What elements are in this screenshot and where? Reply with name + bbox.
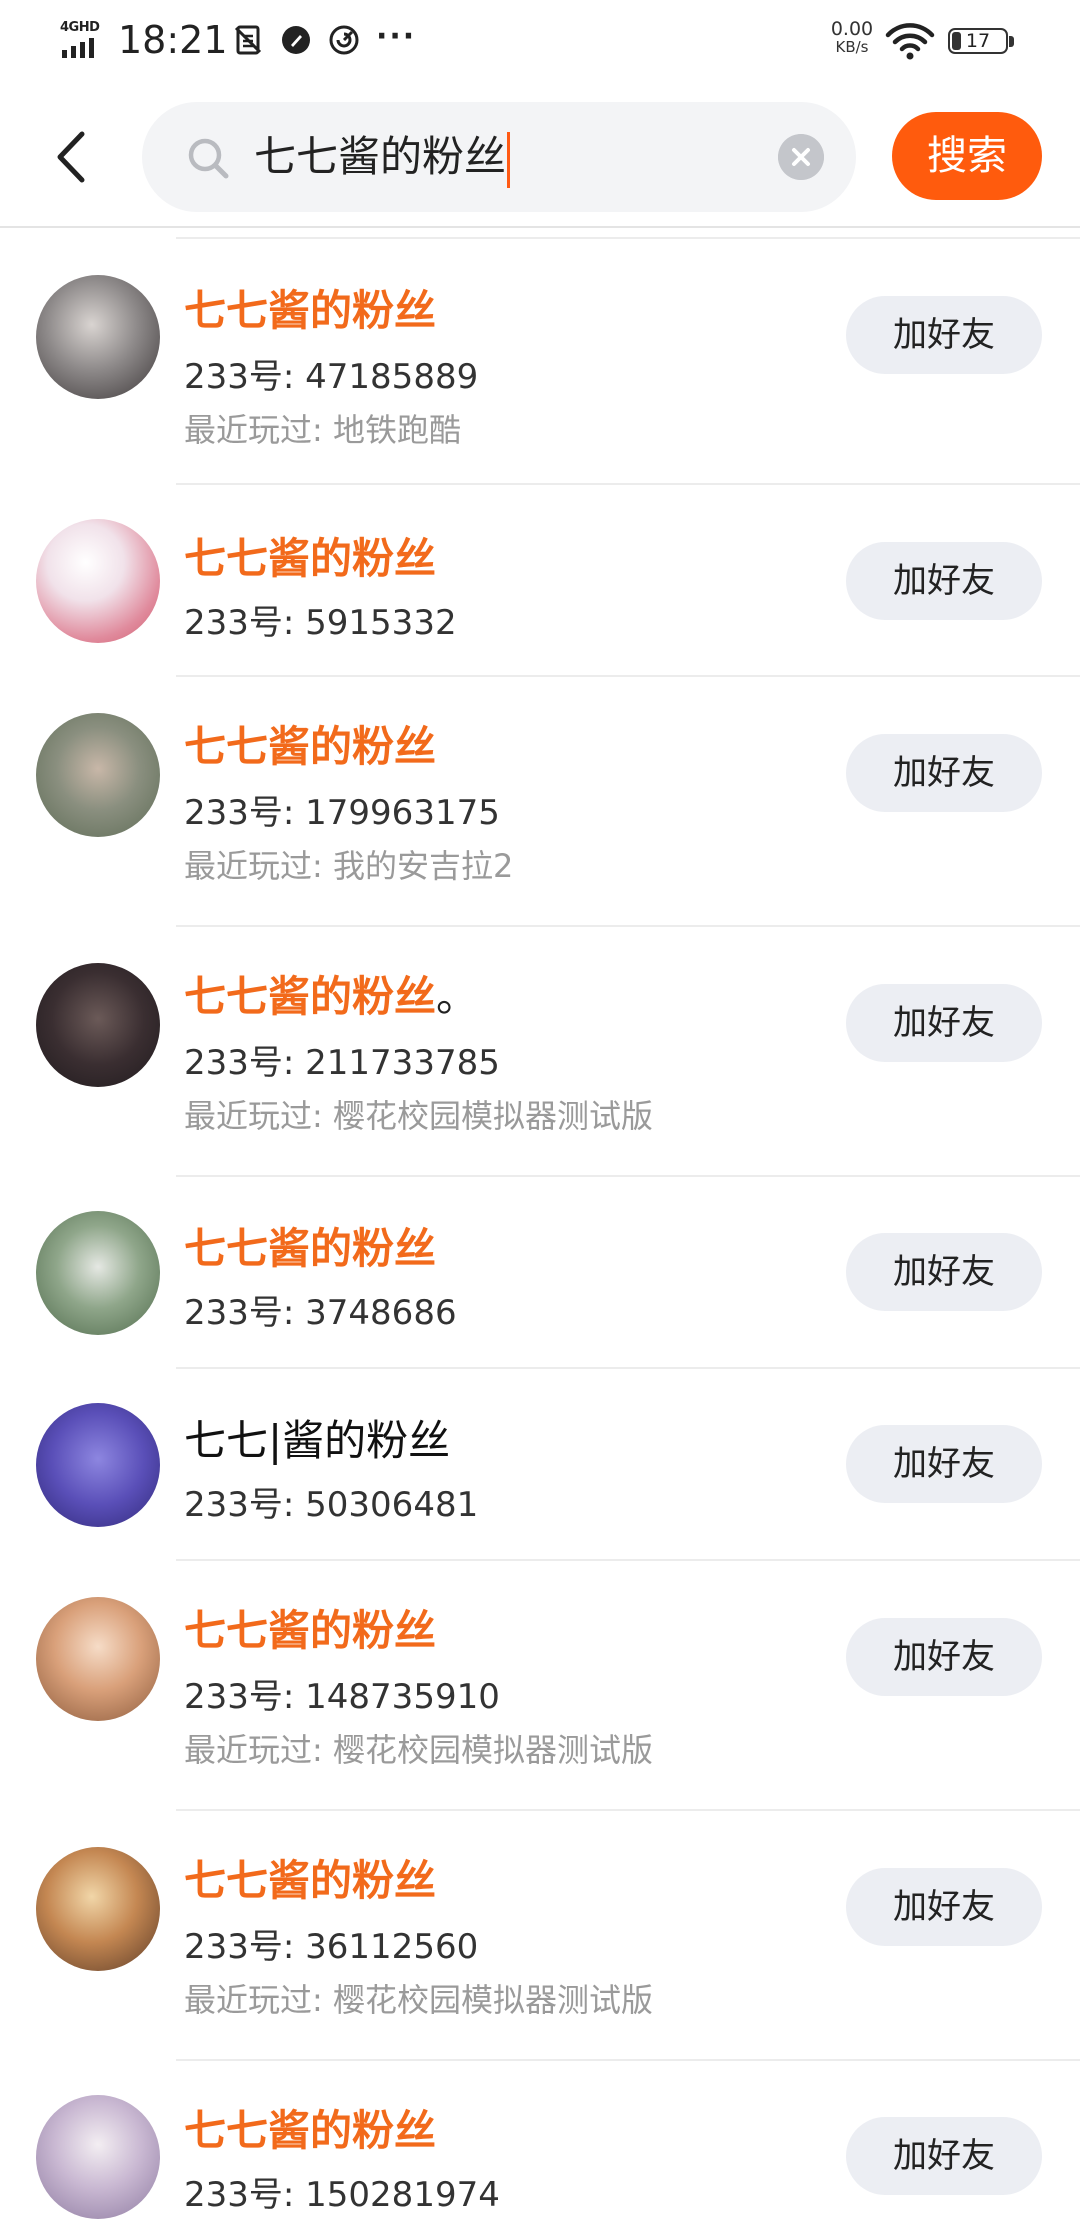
network-speed: 0.00 KB/s bbox=[830, 18, 874, 57]
user-id: 233号: 148735910 bbox=[184, 1677, 500, 1717]
recently-played: 最近玩过: 樱花校园模拟器测试版 bbox=[184, 1097, 653, 1135]
user-id: 233号: 50306481 bbox=[184, 1485, 479, 1525]
status-bar: 4GHD 18:21 ··· 0.00 KB/s 17 bbox=[0, 0, 1080, 86]
app-icon bbox=[282, 26, 310, 54]
user-id: 233号: 179963175 bbox=[184, 793, 500, 833]
recently-played: 最近玩过: 樱花校园模拟器测试版 bbox=[184, 1731, 653, 1769]
text-caret bbox=[507, 131, 511, 188]
user-nickname: 七七酱的粉丝。 bbox=[184, 972, 479, 1021]
user-nickname: 七七酱的粉丝 bbox=[184, 1606, 437, 1655]
user-result-row[interactable]: 七七酱的粉丝 233号: 47185889 最近玩过: 地铁跑酷 加好友 bbox=[0, 239, 1080, 487]
recently-played: 最近玩过: 地铁跑酷 bbox=[184, 411, 461, 449]
user-nickname: 七七酱的粉丝 bbox=[184, 1856, 437, 1905]
add-friend-button[interactable]: 加好友 bbox=[846, 2117, 1042, 2195]
sim-icon bbox=[234, 25, 262, 55]
header-divider bbox=[0, 226, 1080, 228]
user-nickname: 七七酱的粉丝 bbox=[184, 1224, 437, 1273]
add-friend-button[interactable]: 加好友 bbox=[846, 1425, 1042, 1503]
avatar[interactable] bbox=[36, 275, 160, 399]
battery-icon: 17 bbox=[948, 28, 1018, 58]
add-friend-button[interactable]: 加好友 bbox=[846, 542, 1042, 620]
app-icon-2 bbox=[329, 25, 359, 55]
user-nickname: 七七酱的粉丝 bbox=[184, 286, 437, 335]
search-input[interactable]: 七七酱的粉丝 bbox=[142, 102, 856, 212]
clear-search-icon[interactable] bbox=[778, 134, 824, 180]
user-result-row[interactable]: 七七酱的粉丝 233号: 36112560 最近玩过: 樱花校园模拟器测试版 加… bbox=[0, 1811, 1080, 2059]
add-friend-button[interactable]: 加好友 bbox=[846, 734, 1042, 812]
user-nickname: 七七酱的粉丝 bbox=[184, 2106, 437, 2155]
add-friend-button[interactable]: 加好友 bbox=[846, 296, 1042, 374]
back-arrow-icon[interactable] bbox=[46, 122, 96, 192]
user-result-row[interactable]: 七七酱的粉丝 233号: 3748686 加好友 bbox=[0, 1177, 1080, 1367]
recently-played: 最近玩过: 我的安吉拉2 bbox=[184, 847, 514, 885]
user-nickname: 七七酱的粉丝 bbox=[184, 722, 437, 771]
notification-icons: ··· bbox=[232, 19, 416, 56]
avatar[interactable] bbox=[36, 1403, 160, 1527]
add-friend-button[interactable]: 加好友 bbox=[846, 1618, 1042, 1696]
user-result-row[interactable]: 七七酱的粉丝 233号: 179963175 最近玩过: 我的安吉拉2 加好友 bbox=[0, 677, 1080, 925]
user-result-row[interactable]: 七七酱的粉丝。 233号: 211733785 最近玩过: 樱花校园模拟器测试版… bbox=[0, 927, 1080, 1175]
add-friend-button[interactable]: 加好友 bbox=[846, 984, 1042, 1062]
avatar[interactable] bbox=[36, 2095, 160, 2219]
user-nickname: 七七酱的粉丝 bbox=[184, 534, 437, 583]
user-id: 233号: 3748686 bbox=[184, 1293, 457, 1333]
avatar[interactable] bbox=[36, 713, 160, 837]
add-friend-button[interactable]: 加好友 bbox=[846, 1868, 1042, 1946]
user-id: 233号: 5915332 bbox=[184, 603, 457, 643]
user-result-row[interactable]: 七七酱的粉丝 233号: 5915332 加好友 bbox=[0, 485, 1080, 675]
avatar[interactable] bbox=[36, 1847, 160, 1971]
battery-level: 17 bbox=[965, 30, 991, 52]
add-friend-button[interactable]: 加好友 bbox=[846, 1233, 1042, 1311]
cellular-signal-icon: 4GHD bbox=[58, 20, 108, 60]
user-id: 233号: 211733785 bbox=[184, 1043, 500, 1083]
search-query[interactable]: 七七酱的粉丝 bbox=[254, 130, 511, 188]
search-icon bbox=[188, 138, 229, 179]
avatar[interactable] bbox=[36, 1597, 160, 1721]
recently-played: 最近玩过: 樱花校园模拟器测试版 bbox=[184, 1981, 653, 2019]
user-result-row[interactable]: 七七酱的粉丝 233号: 148735910 最近玩过: 樱花校园模拟器测试版 … bbox=[0, 1561, 1080, 1809]
avatar[interactable] bbox=[36, 1211, 160, 1335]
wifi-icon bbox=[885, 23, 935, 60]
avatar[interactable] bbox=[36, 519, 160, 643]
search-button[interactable]: 搜索 bbox=[892, 112, 1042, 200]
user-nickname: 七七|酱的粉丝 bbox=[184, 1416, 451, 1465]
user-id: 233号: 36112560 bbox=[184, 1927, 479, 1967]
user-id: 233号: 47185889 bbox=[184, 357, 479, 397]
user-id: 233号: 150281974 bbox=[184, 2175, 500, 2215]
user-result-row[interactable]: 七七酱的粉丝 233号: 150281974 加好友 bbox=[0, 2061, 1080, 2219]
more-dots-icon: ··· bbox=[376, 18, 417, 54]
search-header: 七七酱的粉丝 搜索 bbox=[0, 86, 1080, 228]
user-result-row[interactable]: 七七|酱的粉丝 233号: 50306481 加好友 bbox=[0, 1369, 1080, 1559]
avatar[interactable] bbox=[36, 963, 160, 1087]
network-type-label: 4GHD bbox=[60, 20, 100, 35]
clock: 18:21 bbox=[118, 18, 228, 62]
